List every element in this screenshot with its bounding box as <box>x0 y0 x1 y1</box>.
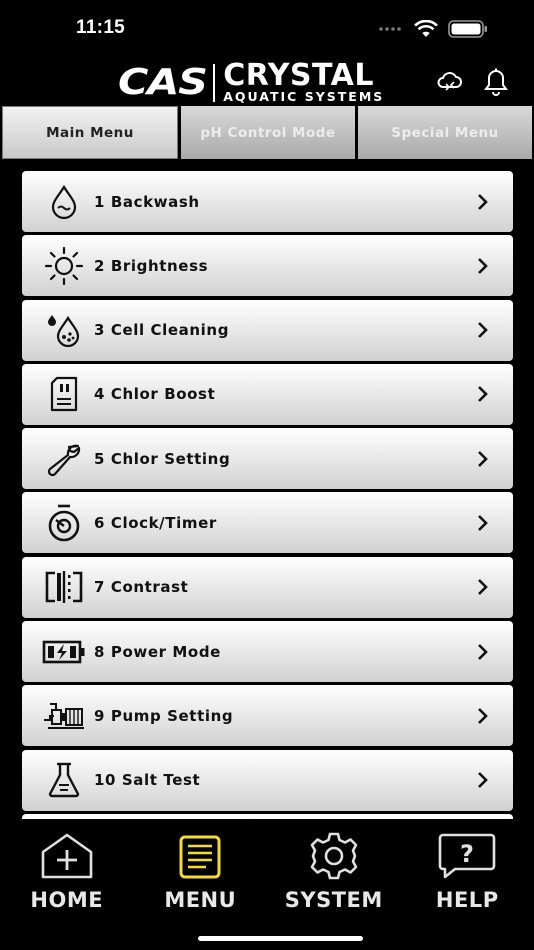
menu-item-clock-timer[interactable]: 6 Clock/Timer <box>22 492 513 554</box>
nav-home-label: HOME <box>30 888 104 912</box>
chevron-right-icon <box>477 450 489 468</box>
menu-item-label: 10 Salt Test <box>94 771 201 790</box>
status-bar: 11:15 <box>0 0 534 58</box>
menu-item-backwash[interactable]: 1 Backwash <box>22 171 513 232</box>
mode-tabs: Main Menu pH Control Mode Special Menu <box>2 106 532 159</box>
stopwatch-icon <box>42 501 86 545</box>
signal-icon <box>379 27 401 31</box>
pump-icon <box>42 694 86 738</box>
nav-help[interactable]: ? HELP <box>401 830 534 920</box>
app-header: CAS CRYSTAL AQUATIC SYSTEMS <box>0 58 534 106</box>
menu-item-label: 7 Contrast <box>94 578 189 597</box>
status-indicators <box>378 20 488 38</box>
logo-divider <box>213 64 216 102</box>
nav-help-label: HELP <box>435 888 499 912</box>
logo-text: CRYSTAL AQUATIC SYSTEMS <box>223 58 385 104</box>
menu-item-salt-test[interactable]: 10 Salt Test <box>22 749 513 811</box>
logo-line-2: AQUATIC SYSTEMS <box>223 89 385 104</box>
wifi-icon <box>414 20 438 37</box>
chevron-right-icon <box>477 771 489 789</box>
header-actions <box>436 68 508 96</box>
svg-text:?: ? <box>460 840 474 868</box>
chevron-right-icon <box>477 643 489 661</box>
menu-item-label: 2 Brightness <box>94 256 209 275</box>
chevron-right-icon <box>477 385 489 403</box>
gear-icon <box>306 830 362 880</box>
menu-item-label: 3 Cell Cleaning <box>94 321 230 340</box>
home-icon <box>39 830 95 880</box>
drops-icon <box>42 308 86 352</box>
menu-item-chlor-boost[interactable]: 4 Chlor Boost <box>22 363 513 425</box>
menu-item-label: 6 Clock/Timer <box>94 513 217 532</box>
sd-card-icon <box>42 372 86 416</box>
nav-home[interactable]: HOME <box>0 830 134 920</box>
menu-document-icon <box>178 830 222 880</box>
wrench-icon <box>42 437 86 481</box>
chevron-right-icon <box>477 257 489 275</box>
help-bubble-icon: ? <box>437 830 497 880</box>
battery-charging-icon <box>42 630 86 674</box>
bottom-nav: HOME MENU SYSTEM ? HELP <box>0 830 534 920</box>
chevron-right-icon <box>477 321 489 339</box>
menu-item-pump-setting[interactable]: 9 Pump Setting <box>22 685 513 747</box>
menu-item-label: 1 Backwash <box>94 192 200 211</box>
tab-special-menu[interactable]: Special Menu <box>358 106 532 159</box>
menu-item-label: 9 Pump Setting <box>94 706 234 725</box>
menu-item-brightness[interactable]: 2 Brightness <box>22 235 513 297</box>
sun-icon <box>42 244 86 288</box>
chevron-right-icon <box>477 578 489 596</box>
logo: CAS CRYSTAL AQUATIC SYSTEMS <box>118 58 385 104</box>
menu-item-contrast[interactable]: 7 Contrast <box>22 556 513 618</box>
chevron-right-icon <box>477 514 489 532</box>
nav-system[interactable]: SYSTEM <box>267 830 401 920</box>
menu-item-chlor-setting[interactable]: 5 Chlor Setting <box>22 428 513 490</box>
nav-menu-label: MENU <box>164 888 237 912</box>
bell-icon[interactable] <box>484 68 508 96</box>
menu-item-partial[interactable] <box>22 813 513 819</box>
flask-icon <box>42 758 86 802</box>
home-indicator <box>198 936 363 941</box>
contrast-icon <box>42 565 86 609</box>
menu-item-label: 8 Power Mode <box>94 642 221 661</box>
tab-ph-control-mode[interactable]: pH Control Mode <box>181 106 355 159</box>
tab-main-menu[interactable]: Main Menu <box>2 106 178 159</box>
chevron-right-icon <box>477 707 489 725</box>
menu-list[interactable]: 1 Backwash 2 Brightness 3 Cell Cleaning … <box>22 171 513 819</box>
nav-menu[interactable]: MENU <box>134 830 268 920</box>
logo-line-1: CRYSTAL <box>223 58 374 93</box>
chevron-right-icon <box>477 193 489 211</box>
menu-item-cell-cleaning[interactable]: 3 Cell Cleaning <box>22 299 513 361</box>
water-drop-icon <box>42 180 86 224</box>
menu-item-label: 4 Chlor Boost <box>94 385 216 404</box>
logo-mark: CAS <box>118 62 208 103</box>
menu-item-label: 5 Chlor Setting <box>94 449 231 468</box>
nav-system-label: SYSTEM <box>284 888 383 912</box>
status-time: 11:15 <box>76 17 126 38</box>
battery-icon <box>448 20 487 38</box>
menu-item-power-mode[interactable]: 8 Power Mode <box>22 621 513 683</box>
cloud-sync-icon[interactable] <box>436 68 464 94</box>
